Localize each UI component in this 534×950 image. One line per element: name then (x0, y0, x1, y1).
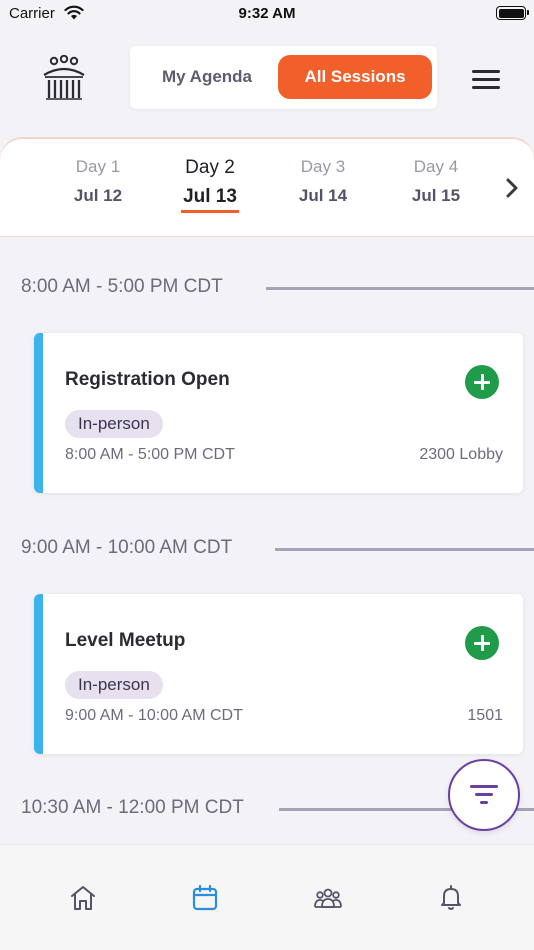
chevron-right-icon[interactable] (504, 178, 520, 198)
filter-icon (470, 785, 498, 788)
tab-all-sessions[interactable]: All Sessions (278, 55, 432, 99)
session-time: 9:00 AM - 10:00 AM CDT (65, 707, 243, 724)
people-icon[interactable] (313, 883, 343, 913)
bottom-nav (0, 844, 534, 950)
day-label: Day 4 (413, 157, 459, 176)
time-header-label: 8:00 AM - 5:00 PM CDT (21, 276, 223, 297)
home-icon[interactable] (68, 883, 98, 913)
active-day-underline (181, 210, 239, 213)
session-card[interactable]: Registration Open In-person 8:00 AM - 5:… (34, 333, 523, 493)
session-room: 2300 Lobby (419, 446, 503, 463)
building-people-logo (41, 54, 87, 101)
day-date: Jul 13 (183, 186, 237, 207)
time-header-label: 10:30 AM - 12:00 PM CDT (21, 797, 244, 818)
battery-icon (496, 6, 529, 20)
status-bar: Carrier 9:32 AM (0, 0, 534, 28)
calendar-icon[interactable] (190, 883, 220, 913)
day-selector: Day 1 Jul 12 Day 2 Jul 13 Day 3 Jul 14 D… (0, 138, 534, 236)
time-header: 9:00 AM - 10:00 AM CDT (0, 537, 534, 561)
filter-button[interactable] (448, 759, 520, 831)
day-tab-1[interactable]: Day 1 Jul 12 (43, 157, 153, 206)
day-tab-2[interactable]: Day 2 Jul 13 (155, 157, 265, 213)
format-badge: In-person (65, 671, 163, 699)
day-date: Jul 14 (298, 186, 348, 205)
hamburger-menu-icon[interactable] (470, 68, 502, 90)
session-time: 8:00 AM - 5:00 PM CDT (65, 446, 235, 463)
day-date: Jul 12 (73, 186, 123, 205)
add-to-agenda-icon[interactable] (465, 626, 499, 660)
day-date: Jul 15 (411, 186, 461, 205)
time-divider (275, 548, 534, 551)
session-card[interactable]: Level Meetup In-person 9:00 AM - 10:00 A… (34, 594, 523, 754)
format-badge: In-person (65, 410, 163, 438)
tab-my-agenda[interactable]: My Agenda (142, 55, 272, 99)
status-time: 9:32 AM (238, 5, 296, 22)
bell-icon[interactable] (436, 883, 466, 913)
add-to-agenda-icon[interactable] (465, 365, 499, 399)
agenda-toggle: My Agenda All Sessions (130, 46, 437, 109)
time-divider (266, 287, 534, 290)
day-tab-3[interactable]: Day 3 Jul 14 (268, 157, 378, 206)
day-label: Day 3 (300, 157, 346, 176)
day-label: Day 2 (185, 157, 235, 178)
day-label: Day 1 (75, 157, 121, 176)
session-room: 1501 (467, 707, 503, 724)
filter-icon-line (480, 801, 488, 804)
time-header-label: 9:00 AM - 10:00 AM CDT (21, 537, 233, 558)
filter-icon-line (475, 793, 493, 796)
time-header: 8:00 AM - 5:00 PM CDT (0, 276, 534, 300)
session-title: Level Meetup (65, 630, 186, 651)
day-tab-4[interactable]: Day 4 Jul 15 (381, 157, 491, 206)
session-title: Registration Open (65, 369, 230, 390)
